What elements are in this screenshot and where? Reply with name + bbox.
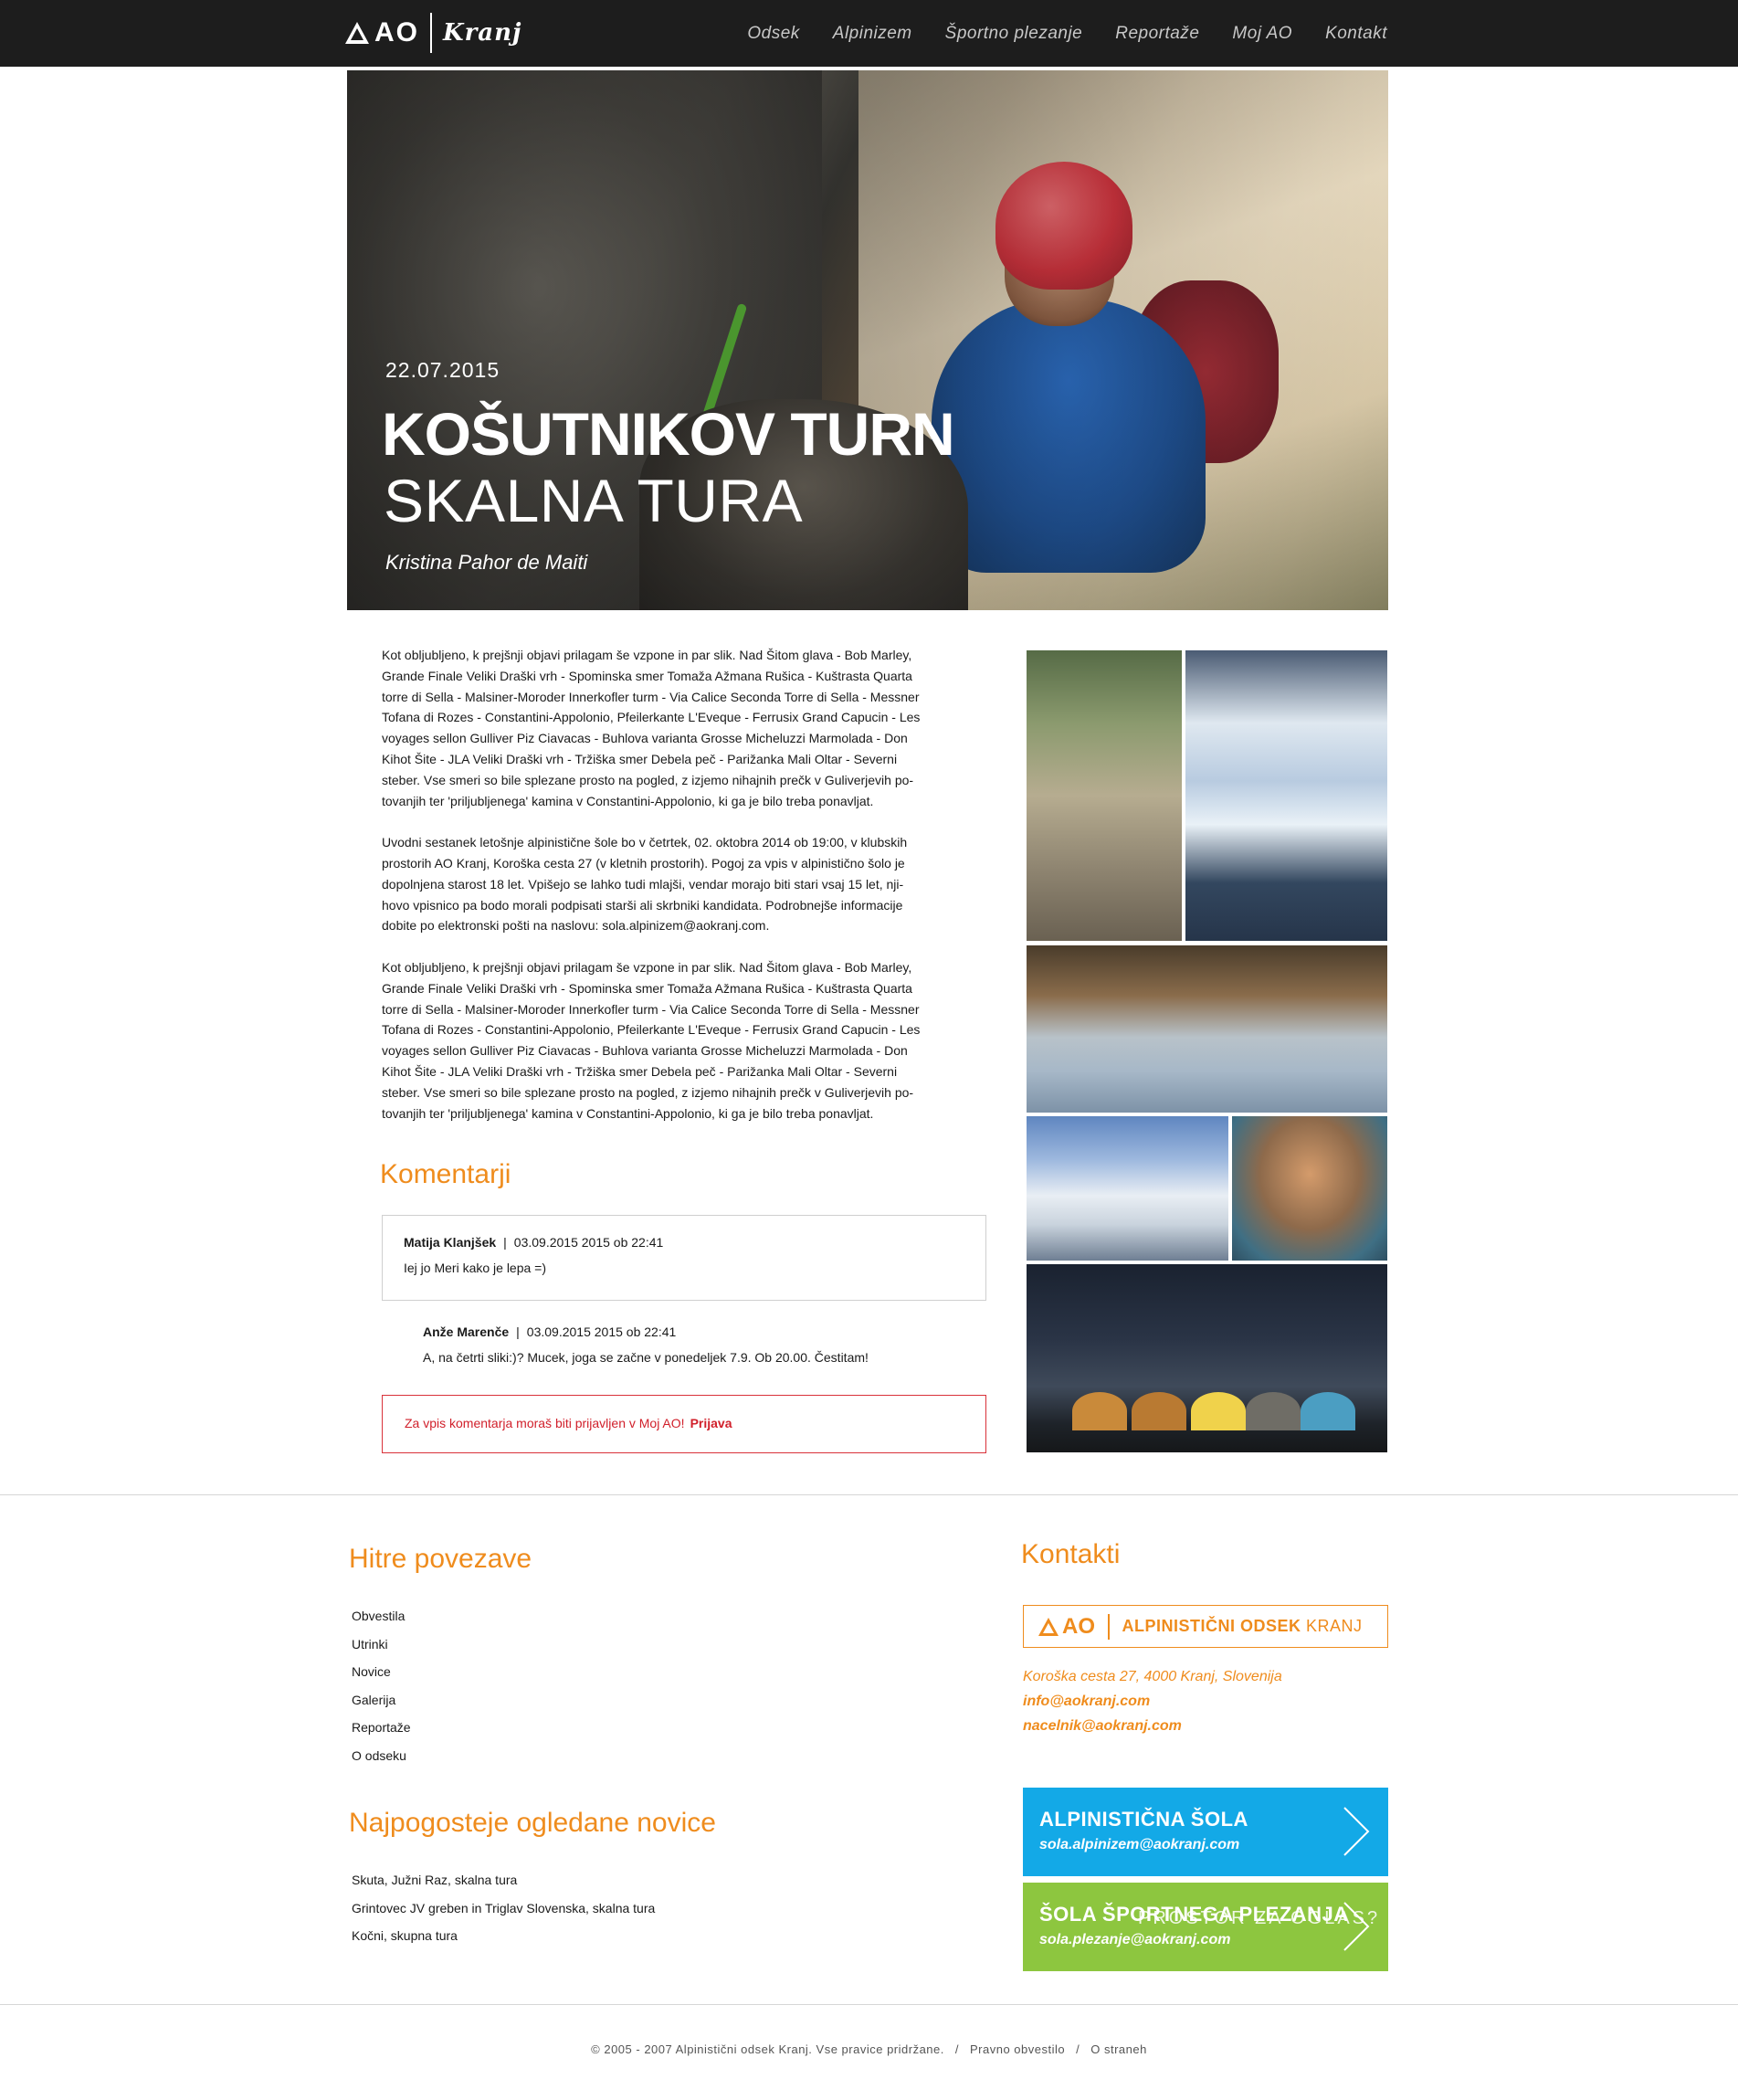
comment-meta: Anže Marenče | 03.09.2015 2015 ob 22:41 [423,1324,677,1339]
login-notice-text: Za vpis komentarja moraš biti prijavljen… [405,1416,685,1430]
popular-title: Najpogosteje ogledane novice [349,1808,716,1838]
cta-alpinisticna-sola[interactable]: ALPINISTIČNA ŠOLA sola.alpinizem@aokranj… [1023,1788,1388,1876]
popular-link[interactable]: Grintovec JV greben in Triglav Slovenska… [352,1894,655,1923]
nav-kontakt[interactable]: Kontakt [1325,24,1387,44]
contact-email-info[interactable]: info@aokranj.com [1023,1689,1282,1714]
contacts-title: Kontakti [1021,1539,1121,1569]
hero-image: 22.07.2015 KOŠUTNIKOV TURN SKALNA TURA K… [347,70,1388,610]
comment-meta: Matija Klanjšek | 03.09.2015 2015 ob 22:41 [404,1235,664,1250]
login-link[interactable]: Prijava [690,1416,732,1430]
cta-title: ALPINISTIČNA ŠOLA [1039,1808,1248,1831]
gallery-photo[interactable] [1027,945,1387,1113]
site-logo[interactable]: AO Kranj [345,13,521,53]
quick-link[interactable]: O odseku [352,1742,411,1770]
quick-link[interactable]: Galerija [352,1686,411,1715]
quick-links-title: Hitre povezave [349,1544,532,1574]
gallery-photo[interactable] [1185,650,1387,941]
nav-sportno-plezanje[interactable]: Športno plezanje [945,24,1083,44]
login-notice: Za vpis komentarja moraš biti prijavljen… [382,1395,986,1453]
about-link[interactable]: O straneh [1090,2042,1147,2056]
article-paragraph: Kot obljubljeno, k prejšnji objavi prila… [382,959,921,1121]
comment-date: 03.09.2015 2015 ob 22:41 [526,1324,677,1339]
chevron-right-icon [1343,1807,1370,1856]
cta-email: sola.alpinizem@aokranj.com [1039,1837,1240,1852]
article-body: Kot obljubljeno, k prejšnji objavi prila… [382,645,986,1145]
comment-text: Iej jo Meri kako je lepa =) [404,1261,547,1275]
tent-shape [1301,1392,1355,1430]
top-navigation-bar: AO Kranj Odsek Alpinizem Športno plezanj… [0,0,1738,67]
comment-date: 03.09.2015 2015 ob 22:41 [513,1235,664,1250]
popular-link[interactable]: Skuta, Južni Raz, skalna tura [352,1866,655,1894]
popular-link[interactable]: Kočni, skupna tura [352,1922,655,1950]
nav-odsek[interactable]: Odsek [747,24,799,44]
tent-shape [1246,1392,1301,1430]
contact-address: Koroška cesta 27, 4000 Kranj, Slovenija [1023,1669,1282,1684]
logo-divider [430,13,432,53]
contact-logo-ao: AO [1038,1614,1095,1640]
comments-title: Komentarji [380,1159,511,1189]
quick-link[interactable]: Novice [352,1658,411,1686]
main-nav: Odsek Alpinizem Športno plezanje Reporta… [714,0,1387,67]
hero-title: KOŠUTNIKOV TURN [382,400,955,468]
quick-link[interactable]: Reportaže [352,1714,411,1742]
comment-author: Matija Klanjšek [404,1235,497,1250]
logo-kranj: Kranj [443,19,522,47]
gallery-photo[interactable] [1027,1116,1228,1261]
contact-logo: AO ALPINISTIČNI ODSEK KRANJ [1023,1605,1388,1648]
logo-ao: AO [345,17,419,48]
contact-logo-name: ALPINISTIČNI ODSEK KRANJ [1122,1617,1363,1635]
quick-links-list: Obvestila Utrinki Novice Galerija Report… [352,1602,411,1769]
chevron-right-icon [1343,1902,1370,1951]
contact-address-block: Koroška cesta 27, 4000 Kranj, Slovenija … [1023,1664,1282,1738]
copyright-text: © 2005 - 2007 Alpinistični odsek Kranj. … [591,2042,944,2056]
cta-sola-sportnega-plezanja[interactable]: PROSTOR ZA OGLAS? ŠOLA ŠPORTNEGA PLEZANJ… [1023,1883,1388,1971]
triangle-icon [345,22,369,44]
comment: Matija Klanjšek | 03.09.2015 2015 ob 22:41… [382,1215,986,1301]
quick-link[interactable]: Utrinki [352,1630,411,1659]
comment-reply: Anže Marenče | 03.09.2015 2015 ob 22:41 A,… [423,1324,971,1365]
tent-shape [1191,1392,1246,1430]
tent-shape [1132,1392,1186,1430]
nav-moj-ao[interactable]: Moj AO [1232,24,1292,44]
nav-alpinizem[interactable]: Alpinizem [833,24,912,44]
quick-link[interactable]: Obvestila [352,1602,411,1630]
legal-link[interactable]: Pravno obvestilo [970,2042,1065,2056]
footer-divider [0,1494,1738,1495]
gallery-photo[interactable] [1027,650,1182,941]
comment-author: Anže Marenče [423,1324,510,1339]
hero-date: 22.07.2015 [385,358,500,382]
hero-subtitle: SKALNA TURA [384,467,804,534]
popular-list: Skuta, Južni Raz, skalna tura Grintovec … [352,1866,655,1950]
contact-email-nacelnik[interactable]: nacelnik@aokranj.com [1023,1714,1282,1738]
triangle-icon [1038,1617,1059,1636]
nav-reportaze[interactable]: Reportaže [1115,24,1199,44]
contact-logo-divider [1108,1613,1110,1640]
copyright-bar: © 2005 - 2007 Alpinistični odsek Kranj. … [591,2042,1147,2056]
comment-text: A, na četrti sliki:)? Mucek, joga se zač… [423,1350,869,1365]
gallery-photo[interactable] [1027,1264,1387,1452]
article-paragraph: Kot obljubljeno, k prejšnji objavi prila… [382,648,921,808]
gallery-photo[interactable] [1232,1116,1387,1261]
article-paragraph: Uvodni sestanek letošnje alpinistične šo… [382,835,908,934]
tent-shape [1072,1392,1127,1430]
cta-email: sola.plezanje@aokranj.com [1039,1932,1231,1947]
copyright-divider [0,2004,1738,2005]
hero-author: Kristina Pahor de Maiti [385,551,588,574]
